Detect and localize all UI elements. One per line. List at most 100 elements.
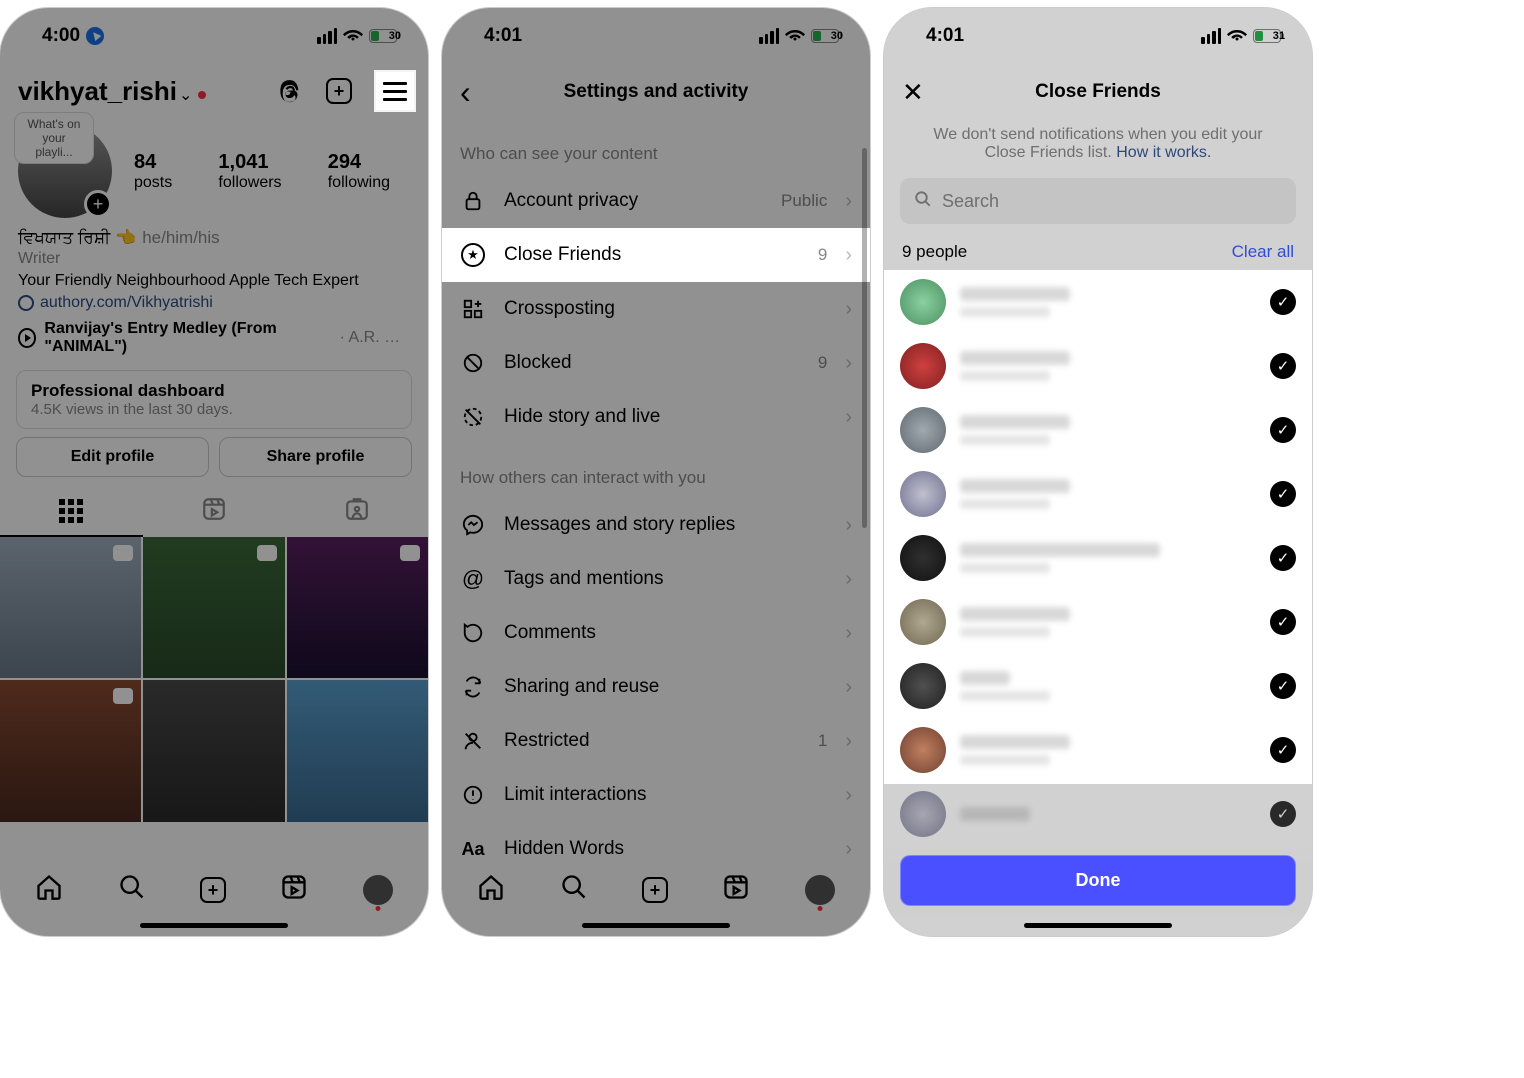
avatar: [900, 343, 946, 389]
home-indicator: [140, 923, 288, 928]
reel-badge-icon: [113, 688, 133, 704]
alert-icon: [460, 782, 486, 808]
text-icon: Aa: [460, 836, 486, 862]
create-post-button[interactable]: +: [324, 76, 354, 106]
tab-reels[interactable]: [143, 487, 286, 537]
posts-grid: [0, 537, 428, 822]
create-icon[interactable]: +: [642, 877, 668, 903]
grid-post[interactable]: [0, 537, 141, 678]
check-icon[interactable]: ✓: [1270, 545, 1296, 571]
chevron-right-icon: ›: [845, 244, 852, 267]
threads-icon[interactable]: [276, 78, 302, 104]
following-stat[interactable]: 294following: [328, 151, 390, 192]
search-icon[interactable]: [560, 873, 588, 908]
done-button[interactable]: Done: [900, 855, 1296, 906]
tab-grid[interactable]: [0, 487, 143, 537]
add-story-icon[interactable]: +: [84, 190, 112, 218]
create-icon[interactable]: +: [200, 877, 226, 903]
chevron-right-icon: ›: [845, 190, 852, 213]
check-icon[interactable]: ✓: [1270, 673, 1296, 699]
row-comments[interactable]: Comments›: [442, 606, 870, 660]
row-account-privacy[interactable]: Account privacyPublic›: [442, 174, 870, 228]
friend-row[interactable]: ✓: [884, 526, 1312, 590]
profile-avatar[interactable]: What's on your playli... +: [18, 124, 112, 218]
profile-music[interactable]: Ranvijay's Entry Medley (From "ANIMAL") …: [0, 314, 428, 362]
avatar: [900, 407, 946, 453]
friend-row[interactable]: ✓: [884, 334, 1312, 398]
share-profile-button[interactable]: Share profile: [219, 437, 412, 477]
tab-tagged[interactable]: [285, 487, 428, 537]
friend-row[interactable]: ✓: [884, 718, 1312, 782]
row-blocked[interactable]: Blocked9›: [442, 336, 870, 390]
row-hide-story[interactable]: Hide story and live›: [442, 390, 870, 444]
row-sharing[interactable]: Sharing and reuse›: [442, 660, 870, 714]
check-icon[interactable]: ✓: [1270, 353, 1296, 379]
home-icon[interactable]: [35, 873, 63, 908]
check-icon[interactable]: ✓: [1270, 737, 1296, 763]
profile-category: Writer: [0, 248, 428, 270]
scrollbar[interactable]: [862, 148, 867, 528]
grid-icon: [59, 499, 83, 523]
check-icon[interactable]: ✓: [1270, 417, 1296, 443]
chevron-right-icon: ›: [845, 298, 852, 321]
friend-name: [960, 415, 1070, 429]
menu-button[interactable]: [376, 72, 414, 110]
status-time: 4:01: [484, 25, 522, 47]
reels-nav-icon[interactable]: [280, 873, 308, 908]
row-restricted[interactable]: Restricted1›: [442, 714, 870, 768]
grid-post[interactable]: [287, 680, 428, 821]
refresh-icon: [460, 674, 486, 700]
edit-profile-button[interactable]: Edit profile: [16, 437, 209, 477]
section-header: How others can interact with you: [442, 444, 870, 498]
chevron-right-icon: ›: [845, 622, 852, 645]
friend-row[interactable]: ✓: [884, 270, 1312, 334]
page-title: Settings and activity: [564, 81, 749, 103]
bottom-nav: +: [442, 862, 870, 918]
tagged-icon: [344, 496, 370, 529]
check-icon[interactable]: ✓: [1270, 481, 1296, 507]
friend-row[interactable]: ✓: [884, 462, 1312, 526]
reels-nav-icon[interactable]: [722, 873, 750, 908]
bottom-nav: +: [0, 862, 428, 918]
reel-badge-icon: [257, 545, 277, 561]
grid-post[interactable]: [143, 537, 284, 678]
notification-dot-icon: [817, 906, 822, 911]
professional-dashboard-card[interactable]: Professional dashboard 4.5K views in the…: [16, 370, 412, 429]
profile-link[interactable]: authory.com/Vikhyatrishi: [0, 292, 428, 314]
posts-stat[interactable]: 84posts: [134, 151, 172, 192]
row-close-friends[interactable]: ★ Close Friends9›: [442, 228, 870, 282]
story-note[interactable]: What's on your playli...: [14, 112, 94, 164]
friend-row[interactable]: ✓: [884, 398, 1312, 462]
friend-name: [960, 735, 1070, 749]
search-icon[interactable]: [118, 873, 146, 908]
grid-post[interactable]: [287, 537, 428, 678]
row-crossposting[interactable]: Crossposting›: [442, 282, 870, 336]
status-bar: 4:01 30: [442, 8, 870, 64]
avatar: [900, 535, 946, 581]
friend-username: [960, 371, 1050, 381]
grid-post[interactable]: [0, 680, 141, 821]
row-limit[interactable]: Limit interactions›: [442, 768, 870, 822]
row-tags[interactable]: @ Tags and mentions›: [442, 552, 870, 606]
link-icon: [18, 295, 34, 311]
chevron-right-icon: ›: [845, 784, 852, 807]
check-icon[interactable]: ✓: [1270, 289, 1296, 315]
friend-username: [960, 563, 1050, 573]
username-heading[interactable]: vikhyat_rishi⌄: [18, 76, 206, 107]
grid-post[interactable]: [143, 680, 284, 821]
friend-username: [960, 691, 1050, 701]
at-icon: @: [460, 566, 486, 592]
profile-bio: Your Friendly Neighbourhood Apple Tech E…: [0, 270, 428, 292]
check-icon[interactable]: ✓: [1270, 609, 1296, 635]
friend-row[interactable]: ✓: [884, 654, 1312, 718]
battery-icon: 30: [369, 29, 400, 43]
wifi-icon: [785, 27, 805, 45]
row-messages[interactable]: Messages and story replies›: [442, 498, 870, 552]
back-button[interactable]: ‹: [460, 74, 471, 111]
profile-nav-icon[interactable]: [363, 875, 393, 905]
profile-nav-icon[interactable]: [805, 875, 835, 905]
followers-stat[interactable]: 1,041followers: [218, 151, 281, 192]
friend-row[interactable]: ✓: [884, 590, 1312, 654]
home-icon[interactable]: [477, 873, 505, 908]
reels-icon: [201, 496, 227, 529]
